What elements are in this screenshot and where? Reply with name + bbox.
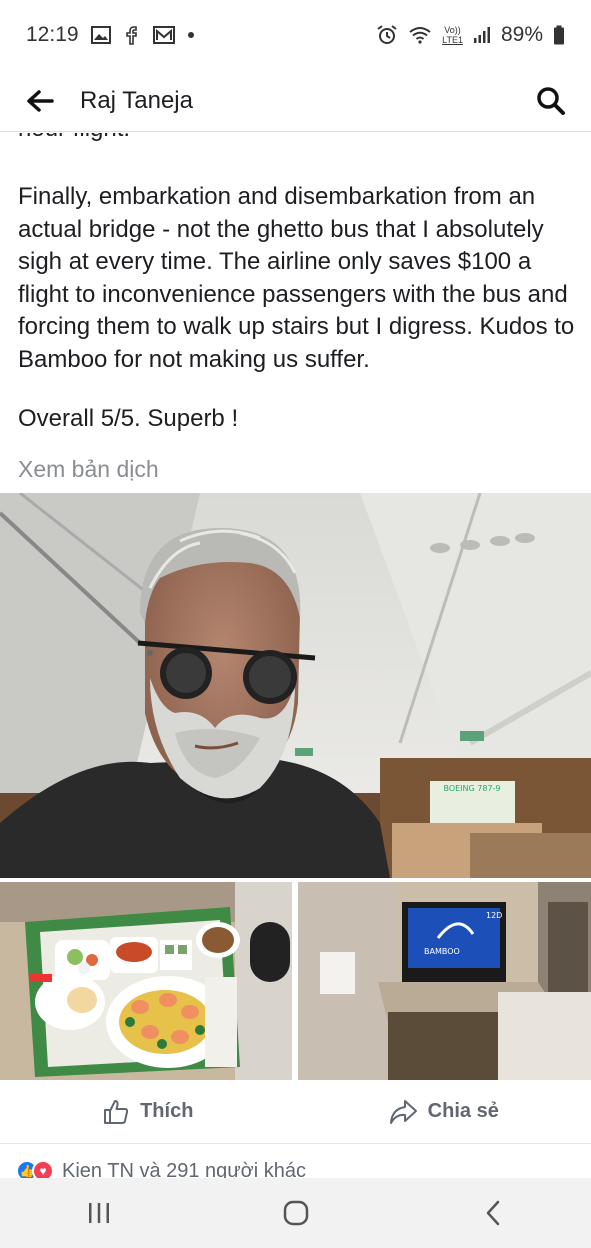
seat-number: 12D [486,911,502,920]
status-bar: 12:19 Vo)) LTE1 89% [0,0,591,70]
facebook-notification-icon [123,25,141,45]
post-body: hour flight. Finally, embarkation and di… [0,133,591,493]
chevron-left-icon [486,1200,499,1226]
signal-icon [473,26,491,44]
post-photo-seat[interactable]: BAMBOO 12D [298,882,591,1080]
back-button[interactable] [0,70,80,132]
search-icon [537,86,565,115]
recent-apps-button[interactable] [49,1183,149,1243]
post-text-cut: hour flight. [18,133,130,145]
battery-percent: 89% [500,23,543,46]
screen-brand: BAMBOO [424,947,460,956]
cabin-sign-text: BOEING 787-9 [443,784,500,793]
mail-icon [152,26,175,44]
home-icon [283,1200,308,1226]
post-actions: Thích Chia sẻ [0,1080,591,1144]
recent-apps-icon [88,1203,109,1223]
post-photo-selfie[interactable]: BOEING 787-9 [0,493,591,878]
arrow-left-icon [27,89,54,112]
wifi-icon [408,26,432,44]
like-button[interactable]: Thích [0,1080,296,1143]
like-label: Thích [140,1100,194,1122]
share-arrow-icon [389,1099,417,1124]
home-button[interactable] [246,1183,346,1243]
gallery-icon [90,26,111,44]
share-button[interactable]: Chia sẻ [296,1080,591,1143]
clock: 12:19 [26,23,79,46]
battery-icon [553,25,565,45]
see-translation-link[interactable]: Xem bản dịch [18,456,159,483]
header-title: Raj Taneja [80,86,193,114]
thumbs-up-icon [104,1099,129,1124]
system-back-button[interactable] [443,1183,543,1243]
share-label: Chia sẻ [427,1100,499,1122]
system-nav-bar [0,1178,591,1248]
volte-label: Vo)) LTE1 [442,25,463,45]
post-paragraph: Overall 5/5. Superb ! [18,405,239,432]
post-photo-meal[interactable] [0,882,292,1080]
app-header: Raj Taneja [0,70,591,132]
post-paragraph: Finally, embarkation and disembarkation … [18,183,575,373]
more-notifications-dot-icon [187,31,195,39]
alarm-icon [376,24,398,46]
search-button[interactable] [511,70,591,132]
